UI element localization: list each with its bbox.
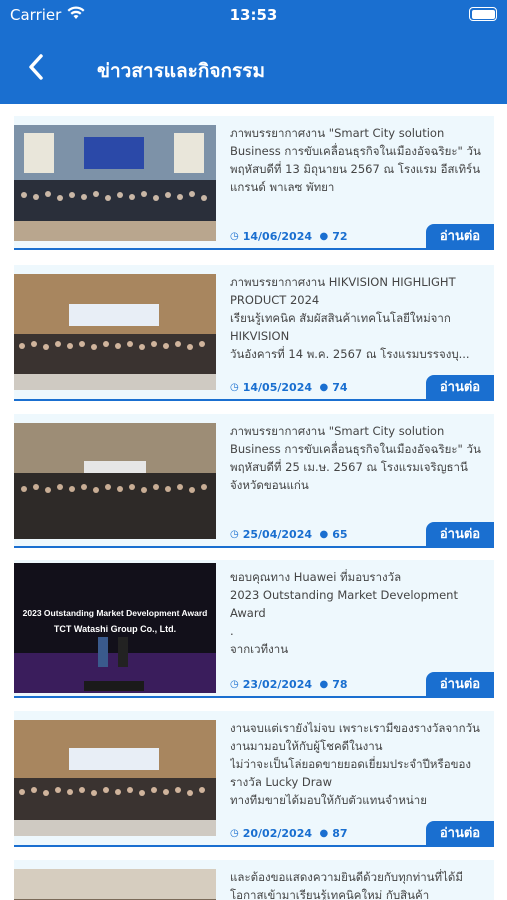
award-company-text: TCT Watashi Group Co., Ltd.	[54, 624, 176, 634]
person-icon: ●	[316, 679, 329, 690]
news-card[interactable]: 2023 Outstanding Market Development Awar…	[14, 560, 494, 698]
news-views: 65	[332, 528, 348, 541]
battery-icon	[469, 7, 497, 21]
clock-icon: ◷	[230, 382, 239, 393]
news-thumbnail	[14, 869, 216, 900]
news-thumbnail: 2023 Outstanding Market Development Awar…	[14, 563, 216, 693]
clock-icon: ◷	[230, 529, 239, 540]
news-card[interactable]: งานจบแต่เรายังไม่จบ เพราะเรามีของรางวัลจ…	[14, 711, 494, 847]
news-meta: ◷ 14/05/2024 ● 74	[230, 381, 348, 394]
status-bar: Carrier 13:53	[0, 0, 507, 30]
news-thumbnail	[14, 720, 216, 836]
read-more-button[interactable]: อ่านต่อ	[426, 522, 494, 548]
read-more-button[interactable]: อ่านต่อ	[426, 375, 494, 401]
news-text: ขอบคุณทาง Huawei ที่มอบรางวัล 2023 Outst…	[230, 570, 458, 656]
news-thumbnail	[14, 423, 216, 539]
news-date: 25/04/2024	[242, 528, 312, 541]
news-card[interactable]: ภาพบรรยากาศงาน HIKVISION HIGHLIGHT PRODU…	[14, 265, 494, 401]
news-views: 87	[332, 827, 348, 840]
award-title-text: 2023 Outstanding Market Development Awar…	[23, 608, 208, 618]
person-icon: ●	[316, 828, 329, 839]
news-card[interactable]: และต้องขอแสดงความยินดีด้วยกับทุกท่านที่ไ…	[14, 860, 494, 900]
news-date: 14/06/2024	[242, 230, 312, 243]
news-thumbnail	[14, 125, 216, 241]
news-date: 20/02/2024	[242, 827, 312, 840]
news-card[interactable]: ภาพบรรยากาศงาน "Smart City solution Busi…	[14, 414, 494, 548]
news-text: ภาพบรรยากาศงาน "Smart City solution Busi…	[230, 126, 481, 194]
news-meta: ◷ 25/04/2024 ● 65	[230, 528, 348, 541]
person-icon: ●	[316, 231, 329, 242]
read-more-button[interactable]: อ่านต่อ	[426, 821, 494, 847]
news-text: งานจบแต่เรายังไม่จบ เพราะเรามีของรางวัลจ…	[230, 721, 480, 807]
news-text: และต้องขอแสดงความยินดีด้วยกับทุกท่านที่ไ…	[230, 870, 463, 900]
read-more-button[interactable]: อ่านต่อ	[426, 672, 494, 698]
read-more-button[interactable]: อ่านต่อ	[426, 224, 494, 250]
clock-icon: ◷	[230, 231, 239, 242]
news-date: 14/05/2024	[242, 381, 312, 394]
clock-icon: ◷	[230, 828, 239, 839]
news-meta: ◷ 20/02/2024 ● 87	[230, 827, 348, 840]
news-text: ภาพบรรยากาศงาน "Smart City solution Busi…	[230, 424, 481, 492]
page-title: ข่าวสารและกิจกรรม	[97, 60, 265, 82]
news-list[interactable]: ภาพบรรยากาศงาน "Smart City solution Busi…	[0, 104, 507, 900]
news-views: 72	[332, 230, 348, 243]
nav-header: Carrier 13:53 ข่าวสารและกิจกรรม	[0, 0, 507, 104]
person-icon: ●	[316, 529, 329, 540]
clock: 13:53	[229, 6, 278, 24]
clock-icon: ◷	[230, 679, 239, 690]
person-icon: ●	[316, 382, 329, 393]
news-card[interactable]: ภาพบรรยากาศงาน "Smart City solution Busi…	[14, 116, 494, 250]
back-chevron-icon[interactable]	[22, 52, 52, 82]
news-views: 78	[332, 678, 348, 691]
news-date: 23/02/2024	[242, 678, 312, 691]
news-thumbnail	[14, 274, 216, 390]
news-text: ภาพบรรยากาศงาน HIKVISION HIGHLIGHT PRODU…	[230, 275, 470, 361]
news-views: 74	[332, 381, 348, 394]
news-meta: ◷ 14/06/2024 ● 72	[230, 230, 348, 243]
news-meta: ◷ 23/02/2024 ● 78	[230, 678, 348, 691]
